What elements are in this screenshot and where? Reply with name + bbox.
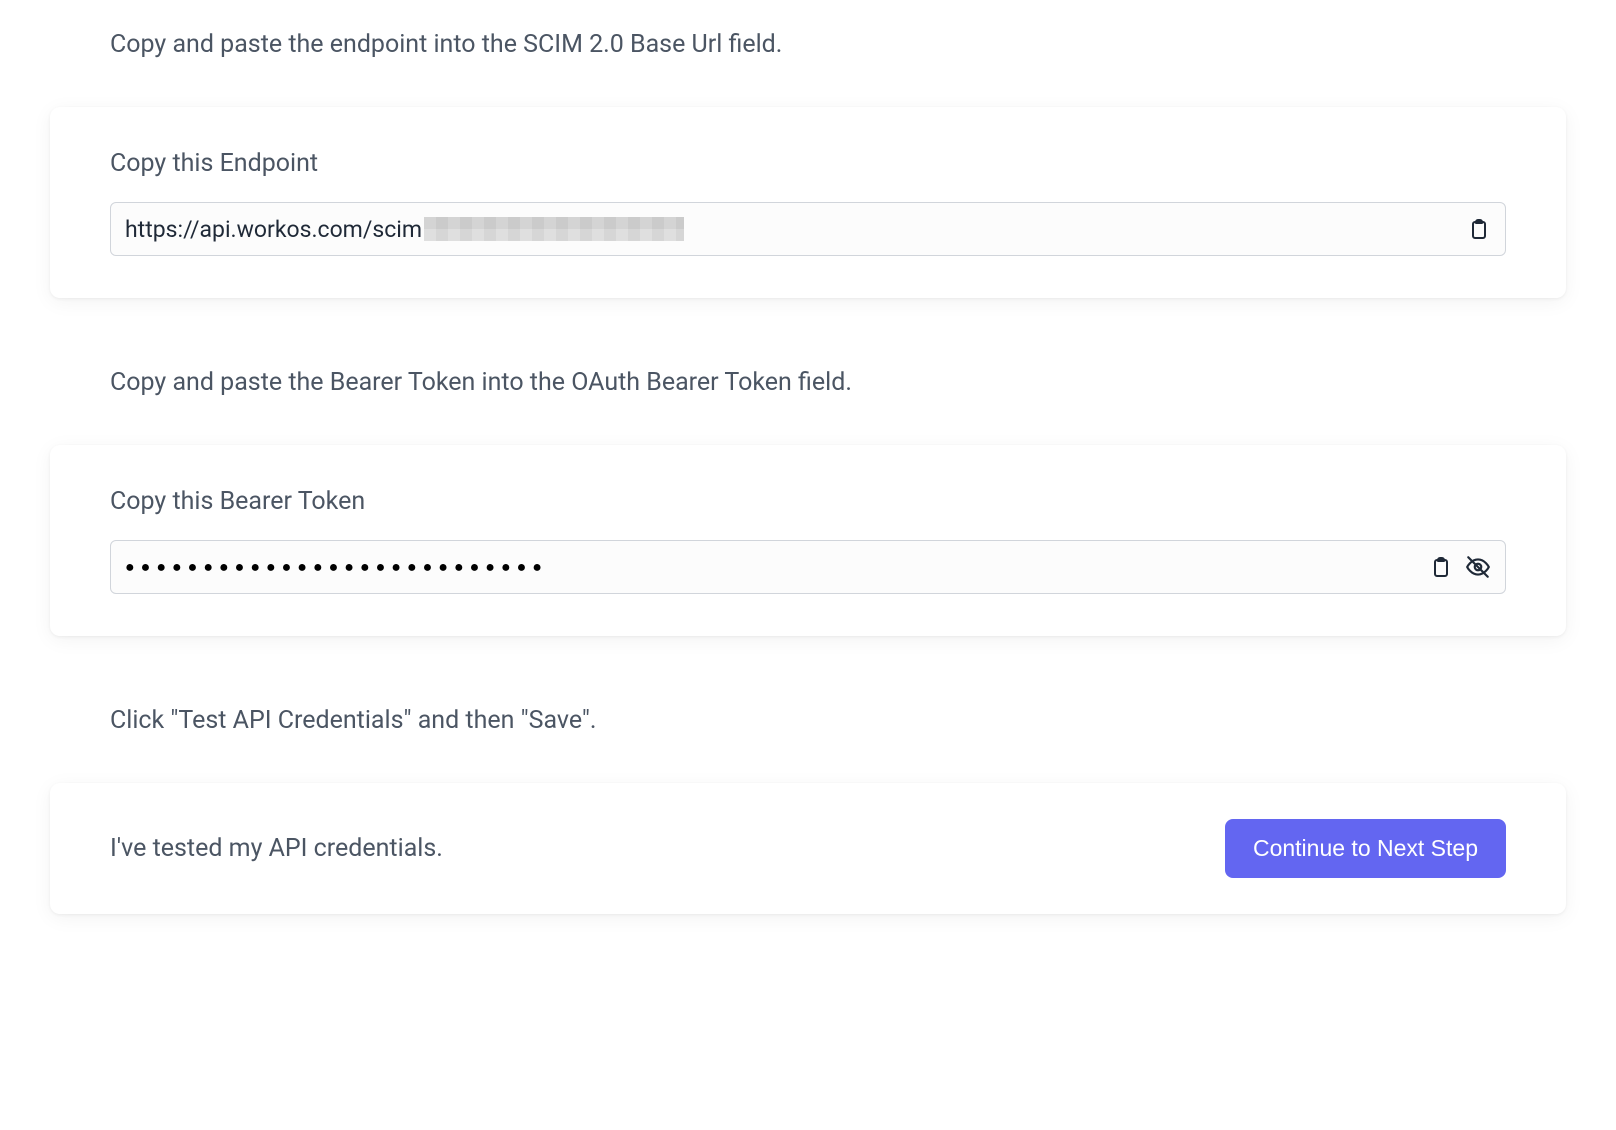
instruction-bearer-token: Copy and paste the Bearer Token into the… bbox=[50, 368, 1566, 397]
endpoint-value-text: https://api.workos.com/scim bbox=[125, 216, 422, 243]
instruction-endpoint: Copy and paste the endpoint into the SCI… bbox=[50, 30, 1566, 59]
copy-endpoint-button[interactable] bbox=[1467, 217, 1491, 241]
clipboard-icon bbox=[1467, 217, 1491, 241]
confirm-card: I've tested my API credentials. Continue… bbox=[50, 783, 1566, 914]
instruction-test-api: Click "Test API Credentials" and then "S… bbox=[50, 706, 1566, 735]
copy-bearer-token-button[interactable] bbox=[1429, 555, 1453, 579]
bearer-token-card: Copy this Bearer Token ●●●●●●●●●●●●●●●●●… bbox=[50, 445, 1566, 636]
confirm-text: I've tested my API credentials. bbox=[110, 834, 443, 863]
clipboard-icon bbox=[1429, 555, 1453, 579]
endpoint-redacted bbox=[424, 217, 684, 241]
endpoint-card: Copy this Endpoint https://api.workos.co… bbox=[50, 107, 1566, 298]
bearer-token-value[interactable]: ●●●●●●●●●●●●●●●●●●●●●●●●●●● bbox=[125, 557, 1429, 577]
toggle-visibility-button[interactable] bbox=[1465, 554, 1491, 580]
endpoint-label: Copy this Endpoint bbox=[110, 149, 1506, 178]
bearer-token-input-container: ●●●●●●●●●●●●●●●●●●●●●●●●●●● bbox=[110, 540, 1506, 594]
endpoint-icons bbox=[1467, 217, 1491, 241]
bearer-token-icons bbox=[1429, 554, 1491, 580]
endpoint-input-container: https://api.workos.com/scim bbox=[110, 202, 1506, 256]
endpoint-value[interactable]: https://api.workos.com/scim bbox=[125, 216, 1467, 243]
eye-off-icon bbox=[1465, 554, 1491, 580]
continue-button[interactable]: Continue to Next Step bbox=[1225, 819, 1506, 878]
bearer-token-label: Copy this Bearer Token bbox=[110, 487, 1506, 516]
